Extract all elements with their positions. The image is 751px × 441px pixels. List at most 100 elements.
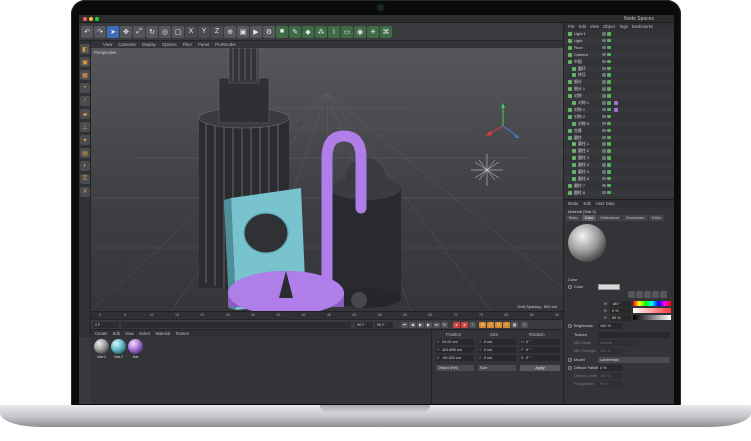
position-y-field[interactable]: Y 101.895 cm <box>436 347 474 353</box>
play-button[interactable]: ▶ <box>417 322 424 328</box>
enable-check-icon[interactable] <box>607 163 611 167</box>
light-icon[interactable]: ☀ <box>367 25 379 38</box>
visibility-toggle[interactable] <box>602 45 606 50</box>
preview-range-slider[interactable] <box>121 322 351 328</box>
visibility-toggle[interactable] <box>602 87 606 91</box>
render-settings-icon[interactable]: ⚙ <box>263 25 275 38</box>
z-axis-icon[interactable]: Z <box>211 25 223 38</box>
select-icon[interactable]: ➤ <box>107 25 119 38</box>
record-button[interactable]: ● <box>453 322 460 328</box>
apply-button[interactable]: Apply <box>520 365 560 371</box>
enable-check-icon[interactable] <box>607 73 611 77</box>
next-frame-button[interactable]: ▶ <box>425 322 432 328</box>
material-tag-icon[interactable] <box>614 107 618 112</box>
deformer-icon[interactable]: ⌇ <box>328 25 340 38</box>
pen-icon[interactable]: ✎ <box>289 25 301 38</box>
menu-edit[interactable]: Edit <box>579 24 586 29</box>
visibility-toggle[interactable] <box>602 94 606 98</box>
tab-reflectance[interactable]: Reflectance <box>597 215 623 221</box>
color-wheel-icon[interactable] <box>628 291 635 298</box>
material-ball-mat[interactable] <box>128 339 143 354</box>
object-row[interactable]: Camera <box>564 51 674 59</box>
end-frame-field[interactable]: 90 F <box>355 322 373 328</box>
previous-frame-button[interactable]: ◀ <box>409 322 416 328</box>
points-mode-icon[interactable]: • <box>80 83 90 93</box>
end-frame-alt-field[interactable]: 90 F <box>375 322 393 328</box>
brightness-radio[interactable] <box>568 324 572 328</box>
menu-object[interactable]: Object <box>603 24 615 29</box>
enable-check-icon[interactable] <box>607 156 611 160</box>
object-row[interactable]: 挤压 <box>564 72 674 79</box>
rotation-key-button[interactable]: ↺ <box>495 322 502 328</box>
menu-user-data[interactable]: User Data <box>596 201 615 206</box>
model-dropdown[interactable]: Lambertian <box>598 357 670 363</box>
position-key-button[interactable]: ✥ <box>479 322 486 328</box>
hsv-mode-icon[interactable] <box>660 291 667 298</box>
visibility-toggle[interactable] <box>602 128 606 133</box>
object-row[interactable]: 对称.1 <box>564 100 674 107</box>
rotation-h-field[interactable]: H0 ° <box>520 339 560 345</box>
menu-options[interactable]: Options <box>162 42 177 47</box>
visibility-toggle[interactable] <box>602 66 606 70</box>
rotation-b-field[interactable]: B0 ° <box>520 355 560 361</box>
visibility-toggle[interactable] <box>602 183 606 188</box>
enable-check-icon[interactable] <box>607 94 611 98</box>
image-picker-icon[interactable] <box>644 291 651 298</box>
object-row[interactable]: 克隆 <box>564 128 674 135</box>
cube-icon[interactable]: ■ <box>276 25 288 38</box>
visibility-toggle[interactable] <box>602 156 606 160</box>
color-swatch[interactable] <box>598 284 620 290</box>
material-ball-mat2[interactable] <box>111 339 126 354</box>
value-slider[interactable] <box>633 315 671 320</box>
tab-basic[interactable]: Basic <box>566 215 581 221</box>
render-icon[interactable]: ▶ <box>250 25 262 38</box>
menu-mode[interactable]: Mode <box>568 201 578 206</box>
visibility-toggle[interactable] <box>602 149 606 153</box>
object-row[interactable]: 细分 <box>564 79 674 86</box>
menu-material[interactable]: Material <box>155 331 170 336</box>
keyframe-selection-button[interactable]: ? <box>469 322 476 328</box>
visibility-toggle[interactable] <box>602 32 606 36</box>
saturation-slider[interactable] <box>633 308 671 313</box>
object-row[interactable]: Floor <box>564 45 674 52</box>
solo-icon[interactable]: ◐ <box>80 161 90 171</box>
enable-check-icon[interactable] <box>607 107 611 112</box>
current-frame-field[interactable]: 0 F <box>93 322 119 328</box>
object-row[interactable]: 圆柱.1 <box>564 141 674 148</box>
enable-check-icon[interactable] <box>607 135 611 139</box>
visibility-toggle[interactable] <box>602 80 606 84</box>
menu-tags[interactable]: Tags <box>619 24 628 29</box>
x-axis-icon[interactable]: X <box>185 25 197 38</box>
menu-display[interactable]: Display <box>142 42 156 47</box>
visibility-toggle[interactable] <box>602 114 606 119</box>
diffuse-falloff-radio[interactable] <box>568 366 572 370</box>
visibility-toggle[interactable] <box>602 73 606 77</box>
menu-select[interactable]: Select <box>139 331 151 336</box>
parameter-key-button[interactable]: P <box>503 322 510 328</box>
scale-icon[interactable]: ⤢ <box>133 25 145 38</box>
enable-check-icon[interactable] <box>607 59 611 64</box>
tab-editor[interactable]: Editor <box>648 215 664 221</box>
tab-illumination[interactable]: Illumination <box>623 215 648 221</box>
position-x-field[interactable]: X 24.92 cm <box>436 339 474 345</box>
brightness-field[interactable]: 100 % <box>598 323 622 329</box>
undo-icon[interactable]: ↶ <box>81 25 93 38</box>
workplane-icon[interactable]: ▤ <box>80 148 90 158</box>
size-mode-dropdown[interactable]: Size <box>478 365 516 371</box>
object-row[interactable]: 圆柱.3 <box>564 155 674 162</box>
object-row[interactable]: Light.1 <box>564 31 674 38</box>
menu-file[interactable]: File <box>568 24 575 29</box>
spectrum-icon[interactable] <box>636 291 643 298</box>
polygons-mode-icon[interactable]: ▰ <box>80 109 90 119</box>
redo-icon[interactable]: ↷ <box>94 25 106 38</box>
size-y-field[interactable]: Y0 cm <box>478 347 516 353</box>
texture-field[interactable] <box>598 332 670 338</box>
menu-texture[interactable]: Texture <box>175 331 189 336</box>
menu-bookmarks[interactable]: Bookmarks <box>632 24 653 29</box>
visibility-toggle[interactable] <box>602 107 606 112</box>
enable-check-icon[interactable] <box>607 121 611 126</box>
snap-icon[interactable]: ✦ <box>80 135 90 145</box>
go-to-end-button[interactable]: ⏭ <box>433 322 440 328</box>
go-to-start-button[interactable]: ⏮ <box>401 322 408 328</box>
model-mode-icon[interactable]: ▣ <box>80 57 90 67</box>
